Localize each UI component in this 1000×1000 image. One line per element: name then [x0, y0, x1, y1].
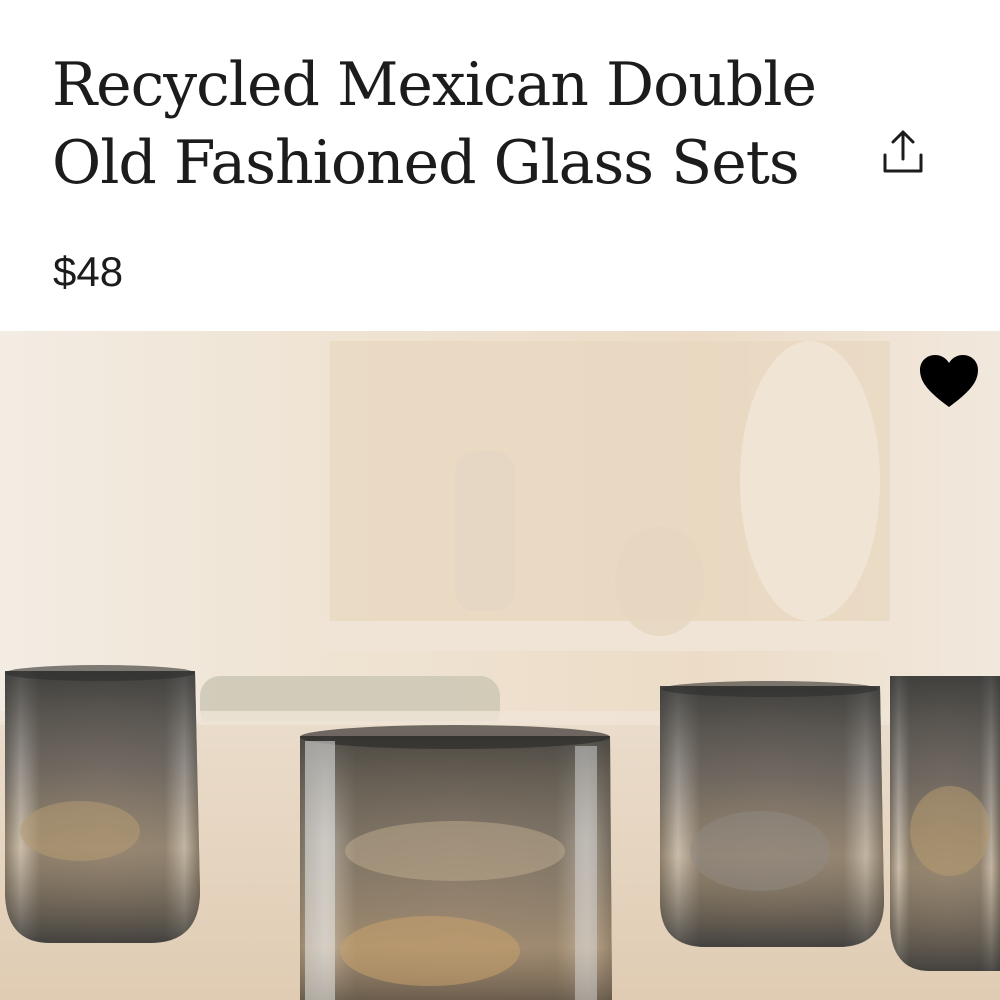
- product-price: $48: [53, 248, 124, 295]
- product-header: Recycled Mexican Double Old Fashioned Gl…: [0, 0, 1000, 330]
- product-image[interactable]: [0, 331, 1000, 1000]
- share-button[interactable]: [872, 122, 934, 184]
- glass-front: [300, 725, 612, 1000]
- heart-icon: [920, 355, 978, 407]
- glass-right-1: [660, 681, 884, 947]
- glass-left: [5, 665, 200, 943]
- share-upload-icon: [883, 130, 923, 173]
- product-title: Recycled Mexican Double Old Fashioned Gl…: [52, 50, 817, 198]
- glass-right-2: [890, 676, 1000, 971]
- favorite-button[interactable]: [912, 346, 986, 416]
- product-photo: [0, 331, 1000, 1000]
